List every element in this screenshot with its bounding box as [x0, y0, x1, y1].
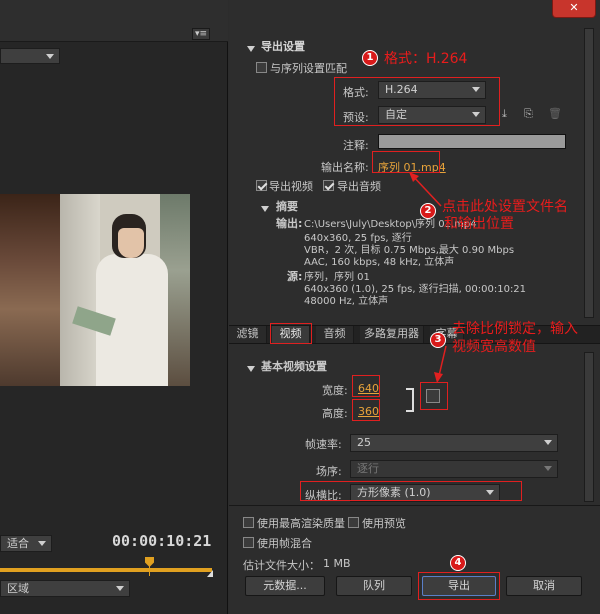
match-sequence-checkbox[interactable]	[256, 62, 267, 73]
format-label: 格式:	[343, 86, 369, 99]
out-point-icon[interactable]	[207, 570, 213, 577]
summary-collapse-icon[interactable]	[261, 202, 269, 215]
frame-rate-dropdown[interactable]: 25	[350, 434, 558, 452]
file-size-label: 估计文件大小：	[243, 559, 320, 572]
output-name-label: 输出名称:	[321, 161, 369, 174]
annotation-badge-3: 3	[430, 332, 446, 348]
width-label: 宽度:	[322, 384, 348, 397]
use-preview-checkbox[interactable]	[348, 517, 359, 528]
export-settings-collapse-icon[interactable]	[247, 42, 255, 55]
timeline-bar[interactable]	[0, 568, 212, 572]
match-sequence-label: 与序列设置匹配	[270, 62, 347, 75]
height-value[interactable]: 360	[358, 405, 379, 418]
summary-source-label: 源:	[287, 270, 303, 283]
region-dropdown[interactable]: 区域	[0, 580, 130, 597]
annotation-text-1: 格式：H.264	[384, 51, 468, 67]
import-preset-icon[interactable]: ⎘	[524, 108, 540, 120]
frame-blending-label: 使用帧混合	[257, 537, 312, 550]
file-size-value: 1 MB	[323, 557, 351, 570]
preset-dropdown[interactable]: 自定	[378, 106, 486, 124]
bookshelf-mid	[60, 194, 100, 386]
format-dropdown[interactable]: H.264	[378, 81, 486, 99]
panel-menu-icon[interactable]: ▾≡	[192, 28, 210, 40]
comment-label: 注释:	[343, 139, 369, 152]
frame-blending-checkbox[interactable]	[243, 537, 254, 548]
person-face	[118, 228, 144, 258]
bookshelf-left	[0, 194, 60, 386]
basic-video-collapse-icon[interactable]	[247, 362, 255, 375]
source-dropdown[interactable]	[0, 48, 60, 64]
annotation-text-2b: 和输出位置	[444, 216, 514, 232]
annotation-badge-1: 1	[362, 50, 378, 66]
summary-output-label: 输出:	[276, 217, 303, 230]
comment-input[interactable]	[378, 134, 566, 149]
basic-video-title: 基本视频设置	[261, 360, 327, 373]
aspect-link-bracket	[406, 388, 414, 412]
fit-dropdown[interactable]: 适合	[0, 535, 52, 552]
export-button[interactable]: 导出	[422, 576, 496, 596]
aspect-ratio-label: 纵横比:	[305, 489, 342, 502]
bottom-divider	[229, 505, 600, 506]
summary-source-line: 48000 Hz, 立体声	[304, 296, 389, 307]
summary-title: 摘要	[276, 200, 298, 213]
export-video-label: 导出视频	[269, 180, 313, 193]
annotation-badge-2: 2	[420, 203, 436, 219]
aspect-ratio-dropdown[interactable]: 方形像素 (1.0)	[350, 484, 500, 502]
timecode: 00:00:10:21	[112, 532, 212, 550]
export-audio-label: 导出音频	[337, 180, 381, 193]
playhead-line	[149, 566, 150, 576]
annotation-text-3b: 视频宽高数值	[452, 339, 536, 355]
preset-label: 预设:	[343, 111, 369, 124]
max-render-quality-checkbox[interactable]	[243, 517, 254, 528]
window-close-button[interactable]: ✕	[552, 0, 596, 18]
cancel-button[interactable]: 取消	[506, 576, 582, 596]
use-preview-label: 使用预览	[362, 517, 406, 530]
delete-preset-icon[interactable]: 🗑	[548, 108, 562, 120]
constrain-proportions-checkbox[interactable]	[426, 389, 440, 403]
tab-filters[interactable]: 滤镜	[229, 326, 267, 343]
annotation-text-3a: 去除比例锁定，输入	[452, 321, 578, 337]
max-render-quality-label: 使用最高渲染质量	[257, 517, 345, 530]
save-preset-icon[interactable]: ⤓	[502, 108, 516, 120]
field-order-dropdown: 逐行	[350, 460, 558, 478]
export-video-checkbox[interactable]	[256, 180, 267, 191]
export-audio-checkbox[interactable]	[323, 180, 334, 191]
height-label: 高度:	[322, 407, 348, 420]
width-value[interactable]: 640	[358, 382, 379, 395]
lower-scrollbar[interactable]	[584, 352, 594, 502]
export-settings-title: 导出设置	[261, 40, 305, 53]
annotation-badge-4: 4	[450, 555, 466, 571]
tab-video[interactable]: 视频	[272, 326, 310, 343]
summary-output-line: AAC, 160 kbps, 48 kHz, 立体声	[304, 257, 455, 268]
close-icon: ✕	[569, 1, 579, 14]
tab-audio[interactable]: 音频	[316, 326, 354, 343]
video-preview	[0, 194, 190, 386]
queue-button[interactable]: 队列	[336, 576, 412, 596]
field-order-label: 场序:	[316, 465, 342, 478]
upper-scrollbar[interactable]	[584, 28, 594, 318]
tab-multiplexer[interactable]: 多路复用器	[360, 326, 424, 343]
frame-rate-label: 帧速率:	[305, 438, 342, 451]
metadata-button[interactable]: 元数据...	[245, 576, 325, 596]
